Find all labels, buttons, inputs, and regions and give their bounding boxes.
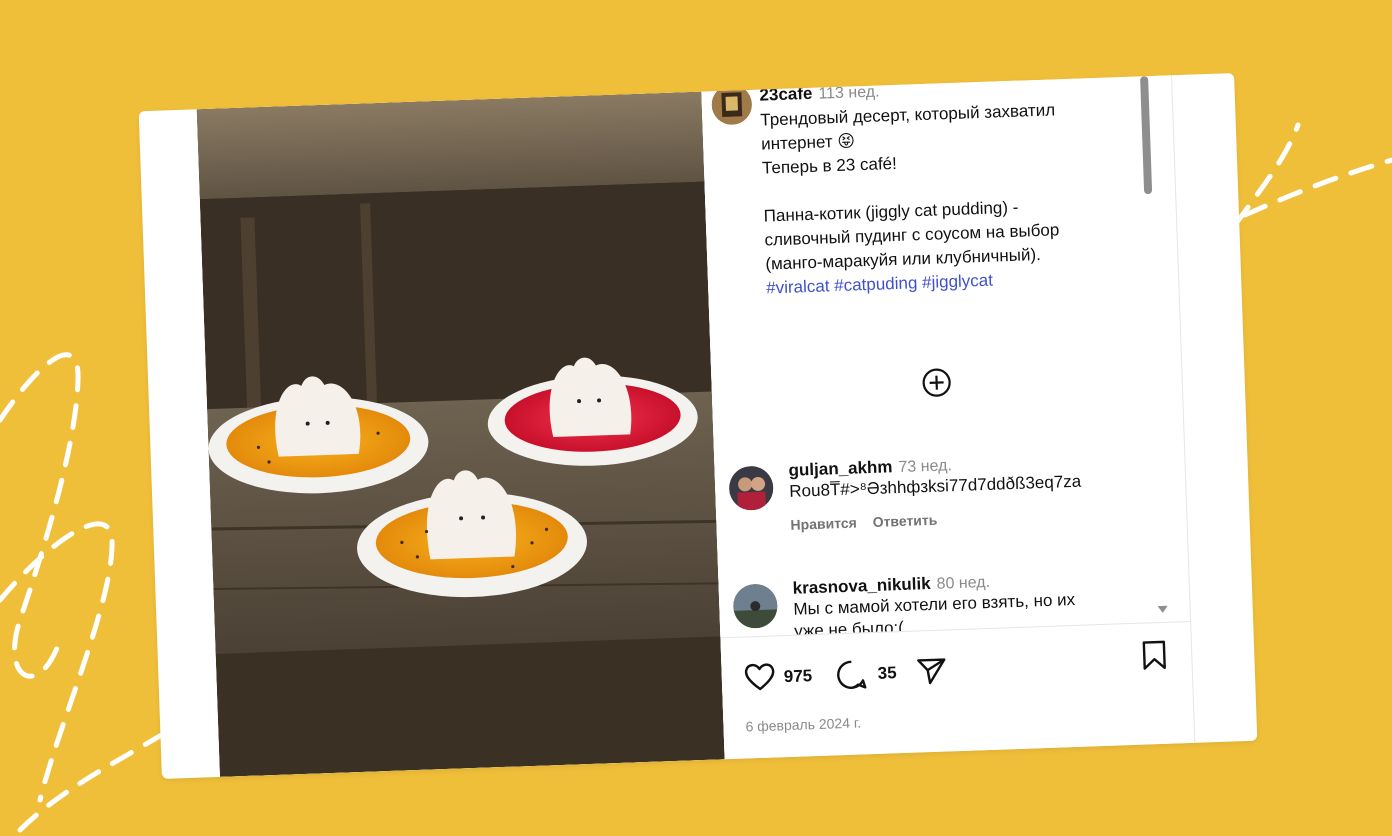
comments-scroll-area[interactable]: 23cafe 113 нед. Трендовый десерт, который… [701, 76, 1170, 637]
comment-item: guljan_akhm 73 нед. Rou8T̅#>⁸Əзhhфзksi77d… [728, 448, 1148, 533]
comment-item: krasnova_nikulik 80 нед. Мы с мамой хотел… [732, 566, 1152, 637]
reply-button[interactable]: Ответить [872, 512, 937, 530]
post-date: 6 февраль 2024 г. [745, 714, 862, 735]
author-avatar[interactable] [711, 83, 753, 126]
heart-icon[interactable] [743, 661, 776, 692]
bookmark-icon[interactable] [1141, 640, 1168, 671]
comment-bubble-icon[interactable] [835, 658, 868, 691]
plus-circle-icon[interactable] [921, 367, 952, 398]
commenter-avatar[interactable] [732, 583, 779, 629]
scroll-down-arrow-icon[interactable] [1157, 605, 1168, 614]
like-comment-button[interactable]: Нравится [790, 515, 857, 533]
comment-time: 73 нед. [898, 457, 953, 477]
send-icon[interactable] [915, 655, 948, 686]
comments-count: 35 [877, 663, 897, 683]
comment-time: 80 нед. [936, 573, 991, 593]
post-caption: 23cafe 113 нед. Трендовый десерт, который… [759, 76, 1126, 301]
commenter-avatar[interactable] [728, 465, 774, 511]
likes-count: 975 [783, 666, 813, 687]
post-photo [196, 91, 725, 777]
commenter-username[interactable]: guljan_akhm [788, 457, 893, 480]
action-bar: 975 35 [743, 640, 1174, 703]
post-time: 113 нед. [818, 83, 880, 103]
post-window: 23cafe 113 нед. Трендовый десерт, который… [138, 73, 1258, 779]
post-side-panel: 23cafe 113 нед. Трендовый десерт, который… [701, 75, 1196, 760]
